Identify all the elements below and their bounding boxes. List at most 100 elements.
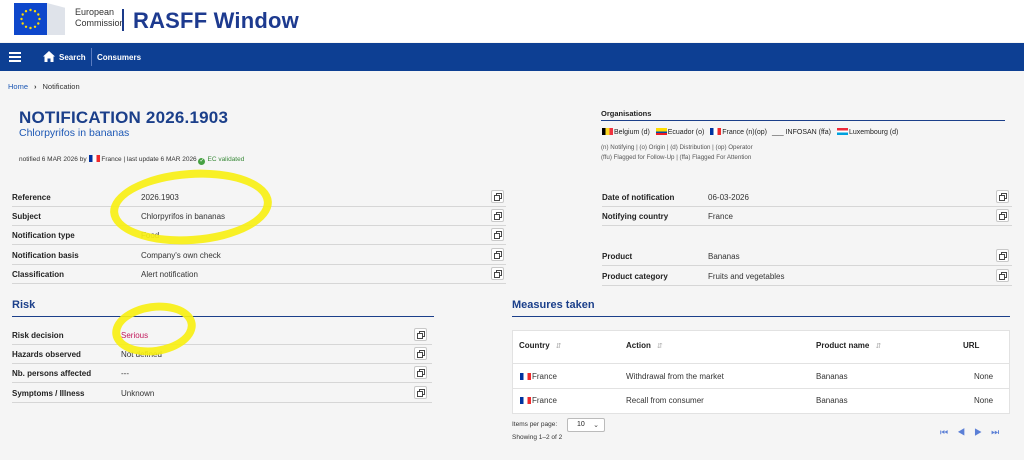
column-label: Action	[626, 341, 651, 350]
organisation-item: Belgium (d)	[601, 128, 650, 136]
main-navbar: Search Consumers	[0, 43, 1024, 71]
copy-icon[interactable]	[491, 190, 504, 203]
sort-icon[interactable]: ⇵	[875, 343, 881, 350]
risk-row-symptoms: Symptoms / Illness Unknown	[12, 384, 432, 403]
chevron-down-icon: ⌄	[593, 422, 599, 429]
column-label: Product name	[816, 341, 870, 350]
copy-icon[interactable]	[996, 190, 1009, 203]
copy-icon[interactable]	[491, 228, 504, 241]
table-cell-product: Bananas	[816, 372, 848, 381]
check-circle-icon: ✓	[198, 158, 206, 165]
detail-row-product: Product Bananas	[602, 247, 1012, 266]
organisation-item: ___ INFOSAN (ffa)	[772, 129, 831, 136]
items-per-page-value: 10	[577, 421, 585, 428]
detail-label: Product	[602, 252, 633, 261]
validation-status: EC validated	[207, 156, 245, 163]
chevron-right-icon: ›	[34, 82, 37, 91]
copy-icon[interactable]	[996, 269, 1009, 282]
risk-row-persons-affected: Nb. persons affected ---	[12, 364, 432, 383]
copy-icon[interactable]	[491, 267, 504, 280]
eu-flag-logo	[14, 3, 47, 35]
belgium-flag-icon	[602, 128, 613, 135]
breadcrumb-home-link[interactable]: Home	[8, 82, 28, 91]
luxembourg-flag-icon	[836, 128, 848, 135]
cell-text: France	[532, 396, 557, 405]
detail-row-notification-basis: Notification basis Company's own check	[12, 246, 506, 265]
breadcrumb: Home › Notification	[8, 82, 80, 91]
table-divider	[513, 388, 1009, 389]
detail-label: Reference	[12, 193, 51, 202]
detail-value: Fruits and vegetables	[708, 272, 785, 281]
risk-label: Hazards observed	[12, 350, 81, 359]
breadcrumb-current: Notification	[42, 82, 80, 91]
organisation-item: Luxembourg (d)	[836, 128, 899, 136]
detail-row-notification-type: Notification type Food	[12, 226, 506, 245]
copy-icon[interactable]	[414, 328, 427, 341]
organisations-heading: Organisations	[601, 109, 652, 118]
detail-row-product-category: Product category Fruits and vegetables	[602, 267, 1012, 286]
risk-label: Nb. persons affected	[12, 369, 92, 378]
table-cell-country: France	[519, 396, 557, 405]
paging-summary: Showing 1–2 of 2	[512, 434, 563, 441]
last-update-text: | last update 6 MAR 2026	[123, 156, 197, 163]
nav-divider	[91, 48, 92, 66]
column-header-product-name[interactable]: Product name ⇵	[816, 341, 881, 350]
detail-value: 06-03-2026	[708, 193, 749, 202]
copy-icon[interactable]	[491, 248, 504, 261]
first-page-icon[interactable]: ⏮	[940, 427, 957, 437]
organisation-label: Luxembourg (d)	[848, 129, 899, 136]
copy-icon[interactable]	[996, 249, 1009, 262]
nav-consumers-link[interactable]: Consumers	[97, 53, 141, 62]
organisation-label: France (n)(op)	[722, 129, 768, 136]
risk-label: Risk decision	[12, 331, 64, 340]
detail-value: Company's own check	[141, 251, 221, 260]
hamburger-menu-icon[interactable]	[9, 52, 21, 62]
measures-table: Country ⇵ Action ⇵ Product name ⇵ URL Franc…	[512, 330, 1010, 414]
nav-search-link[interactable]: Search	[59, 53, 86, 62]
detail-row-classification: Classification Alert notification	[12, 265, 506, 284]
copy-icon[interactable]	[491, 209, 504, 222]
risk-heading: Risk	[12, 299, 36, 311]
app-title[interactable]: RASFF Window	[133, 8, 299, 34]
detail-value: France	[708, 212, 733, 221]
organisation-label: Ecuador (o)	[667, 129, 705, 136]
copy-icon[interactable]	[414, 386, 427, 399]
organisation-item: Ecuador (o)	[655, 128, 705, 136]
detail-label: Notifying country	[602, 212, 669, 221]
commission-name-line2: Commission	[75, 18, 125, 28]
logo-flag-tail	[47, 3, 65, 35]
last-page-icon[interactable]: ⏭	[991, 427, 1008, 437]
risk-label: Symptoms / Illness	[12, 389, 85, 398]
measures-heading: Measures taken	[512, 299, 595, 311]
pagination: ⏮◀▶⏭	[940, 427, 1008, 438]
copy-icon[interactable]	[996, 209, 1009, 222]
detail-label: Product category	[602, 272, 668, 281]
table-cell-country: France	[519, 372, 557, 381]
top-header: European Commission RASFF Window	[0, 0, 1024, 42]
organisation-label: ___ INFOSAN (ffa)	[771, 129, 831, 136]
notification-meta: notified 6 MAR 2026 by France | last upd…	[19, 155, 244, 165]
notified-by-country: France	[101, 156, 122, 163]
next-page-icon[interactable]: ▶	[974, 427, 991, 437]
column-header-country[interactable]: Country ⇵	[519, 341, 562, 350]
items-per-page-select[interactable]: 10 ⌄	[567, 418, 605, 432]
detail-label: Notification type	[12, 231, 75, 240]
previous-page-icon[interactable]: ◀	[957, 427, 974, 437]
commission-name: European Commission	[75, 7, 125, 29]
notification-subtitle: Chlorpyrifos in bananas	[19, 127, 130, 139]
copy-icon[interactable]	[414, 366, 427, 379]
table-divider	[513, 363, 1009, 364]
sort-icon[interactable]: ⇵	[556, 343, 562, 350]
items-per-page-label: Items per page:	[512, 421, 558, 428]
table-cell-url: None	[974, 372, 994, 381]
france-flag-icon	[520, 397, 531, 404]
detail-value: Alert notification	[141, 270, 198, 279]
home-icon[interactable]	[43, 51, 55, 62]
table-cell-product: Bananas	[816, 396, 848, 405]
copy-icon[interactable]	[414, 347, 427, 360]
sort-icon[interactable]: ⇵	[657, 343, 663, 350]
risk-row-hazards: Hazards observed Not defined	[12, 345, 432, 364]
france-flag-icon	[520, 373, 531, 380]
column-header-action[interactable]: Action ⇵	[626, 341, 663, 350]
organisations-legend-flags: (ffu) Flagged for Follow-Up | (ffa) Flag…	[601, 154, 752, 161]
